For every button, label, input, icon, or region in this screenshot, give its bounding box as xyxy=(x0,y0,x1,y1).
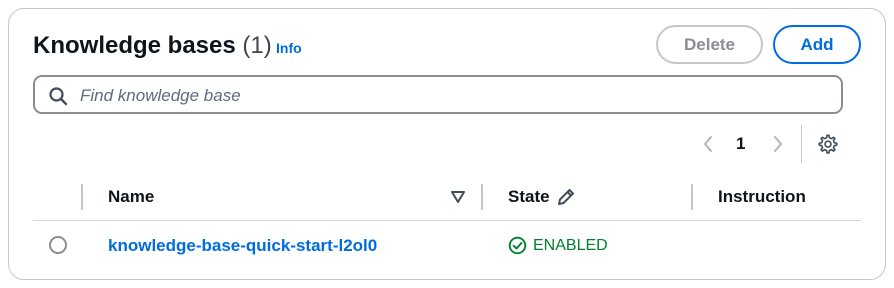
pencil-icon xyxy=(558,189,574,205)
status-badge: ENABLED xyxy=(533,237,608,254)
column-header-name[interactable]: Name xyxy=(108,187,154,207)
search-placeholder: Find knowledge base xyxy=(80,86,241,105)
column-separator[interactable] xyxy=(691,184,693,210)
search-icon xyxy=(49,87,68,106)
knowledge-base-name-link[interactable]: knowledge-base-quick-start-l2ol0 xyxy=(108,236,377,256)
title-text: Knowledge bases xyxy=(33,32,236,59)
search-input[interactable]: Find knowledge base xyxy=(33,75,843,114)
check-circle-icon xyxy=(508,236,527,255)
caret-down-icon[interactable] xyxy=(450,190,466,204)
chevron-left-icon[interactable] xyxy=(700,134,716,154)
header-row-divider xyxy=(33,220,861,221)
add-button[interactable]: Add xyxy=(773,25,861,64)
column-separator xyxy=(81,184,83,210)
column-header-state[interactable]: State xyxy=(508,187,550,207)
pager-divider xyxy=(801,125,802,163)
column-header-instruction[interactable]: Instruction xyxy=(718,187,806,207)
title-count: (1) xyxy=(242,32,272,59)
current-page-number[interactable]: 1 xyxy=(736,134,745,154)
column-separator[interactable] xyxy=(481,184,483,210)
info-link[interactable]: Info xyxy=(276,40,302,56)
row-select-radio[interactable] xyxy=(49,236,67,254)
chevron-right-icon[interactable] xyxy=(770,134,786,154)
page-title: Knowledge bases (1) xyxy=(33,32,272,60)
gear-icon[interactable] xyxy=(817,133,839,155)
delete-button[interactable]: Delete xyxy=(656,25,763,64)
